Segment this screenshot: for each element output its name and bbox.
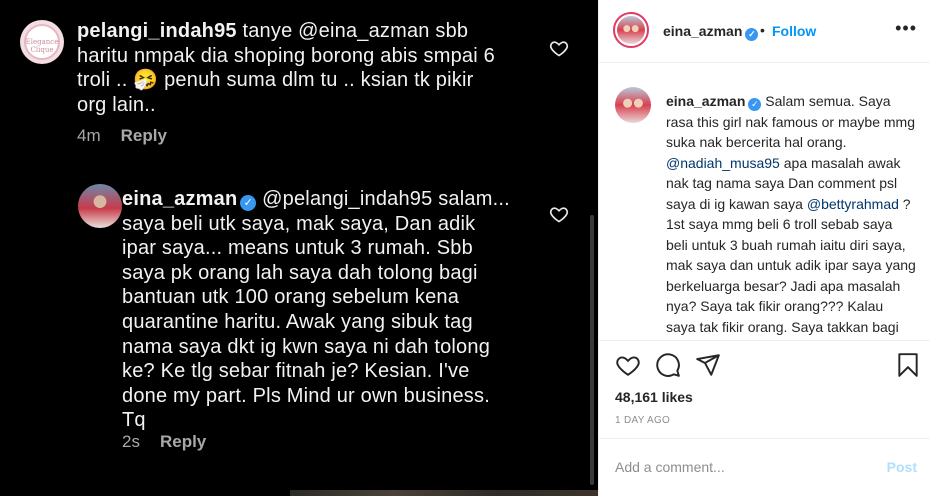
avatar xyxy=(78,184,122,228)
comment-username: pelangi_indah95 xyxy=(77,20,237,42)
comment-text-line: saya pk orang lah saya dah tolong bagi xyxy=(122,261,478,284)
author-avatar[interactable] xyxy=(613,12,649,48)
comment-time: 2s xyxy=(122,432,140,451)
post-sidebar: eina_azman ✓ • Follow ••• eina_azman ✓ Sal… xyxy=(598,0,930,496)
caption-scroll-area[interactable]: eina_azman ✓ Salam semua. Saya rasa this … xyxy=(599,63,930,341)
avatar: Elegance Clique xyxy=(20,20,64,64)
add-comment-input[interactable] xyxy=(615,457,865,477)
comment-text-line: Tq xyxy=(122,409,146,432)
verified-badge-icon: ✓ xyxy=(240,195,257,211)
post-media[interactable]: Elegance Clique pelangi_indah95 tanye @e… xyxy=(0,0,598,496)
comment-text-line: ke? Ke tlg sebar fitnah je? Kesian. I've xyxy=(122,360,470,383)
comment-text-line: quarantine haritu. Awak yang sibuk tag xyxy=(122,310,473,333)
follow-button[interactable]: Follow xyxy=(772,23,816,39)
verified-badge-icon: ✓ xyxy=(745,28,759,41)
comment-text-line: haritu nmpak dia shoping borong abis smp… xyxy=(77,44,495,67)
mention-link[interactable]: @nadiah_musa95 xyxy=(666,155,780,171)
comment-text-line: done my part. Pls Mind ur own business. xyxy=(122,384,490,407)
post-timestamp[interactable]: 1 DAY AGO xyxy=(615,415,670,426)
media-comment-pelangi: Elegance Clique pelangi_indah95 tanye @e… xyxy=(0,0,598,160)
heart-outline-icon xyxy=(549,41,569,57)
caption-text: eina_azman ✓ Salam semua. Saya rasa this … xyxy=(666,93,916,340)
reply-button: Reply xyxy=(120,126,167,145)
comment-text-line: ipar saya... means untuk 3 rumah. Sbb xyxy=(122,237,473,260)
share-send-icon[interactable] xyxy=(695,352,721,378)
image-bottom-strip xyxy=(290,490,598,496)
like-heart-icon[interactable] xyxy=(615,352,641,378)
comment-text-line: bantuan utk 100 orang sebelum kena xyxy=(122,286,460,309)
separator-dot: • xyxy=(760,22,765,38)
more-options-icon[interactable]: ••• xyxy=(895,18,917,39)
verified-badge-icon: ✓ xyxy=(748,98,762,111)
author-username[interactable]: eina_azman ✓ xyxy=(663,23,759,41)
likes-count[interactable]: 48,161 likes xyxy=(615,389,693,405)
caption-username[interactable]: eina_azman xyxy=(666,93,745,109)
media-comment-eina: eina_azman ✓ @pelangi_indah95 salam... sa… xyxy=(0,170,598,460)
media-scrollbar xyxy=(590,215,594,485)
reply-button: Reply xyxy=(159,432,207,451)
post-header: eina_azman ✓ • Follow ••• xyxy=(599,0,930,63)
comment-text-line: tanye @eina_azman sbb xyxy=(236,20,469,42)
comment-time: 4m xyxy=(77,126,101,145)
bookmark-save-icon[interactable] xyxy=(895,352,921,378)
comment-bubble-icon[interactable] xyxy=(655,352,681,378)
mention-link[interactable]: @bettyrahmad xyxy=(807,196,899,212)
comment-text-line: saya beli utk saya, mak saya, Dan adik xyxy=(122,212,476,235)
comment-username: eina_azman xyxy=(122,188,238,210)
comment-text-line: troli .. 🤧 penuh suma dlm tu .. ksian tk… xyxy=(77,69,474,92)
comment-text-line: nama saya dkt ig kwn saya ni dah tolong xyxy=(122,335,491,358)
action-bar xyxy=(599,352,930,388)
comment-composer: Post xyxy=(599,438,930,496)
comment-text-line: org lain.. xyxy=(77,93,156,116)
avatar-text: Elegance Clique xyxy=(25,38,59,54)
caption-avatar[interactable] xyxy=(615,87,651,123)
post-comment-button[interactable]: Post xyxy=(887,459,917,475)
comment-text-line: @pelangi_indah95 salam... xyxy=(256,188,510,210)
heart-outline-icon xyxy=(549,207,569,223)
